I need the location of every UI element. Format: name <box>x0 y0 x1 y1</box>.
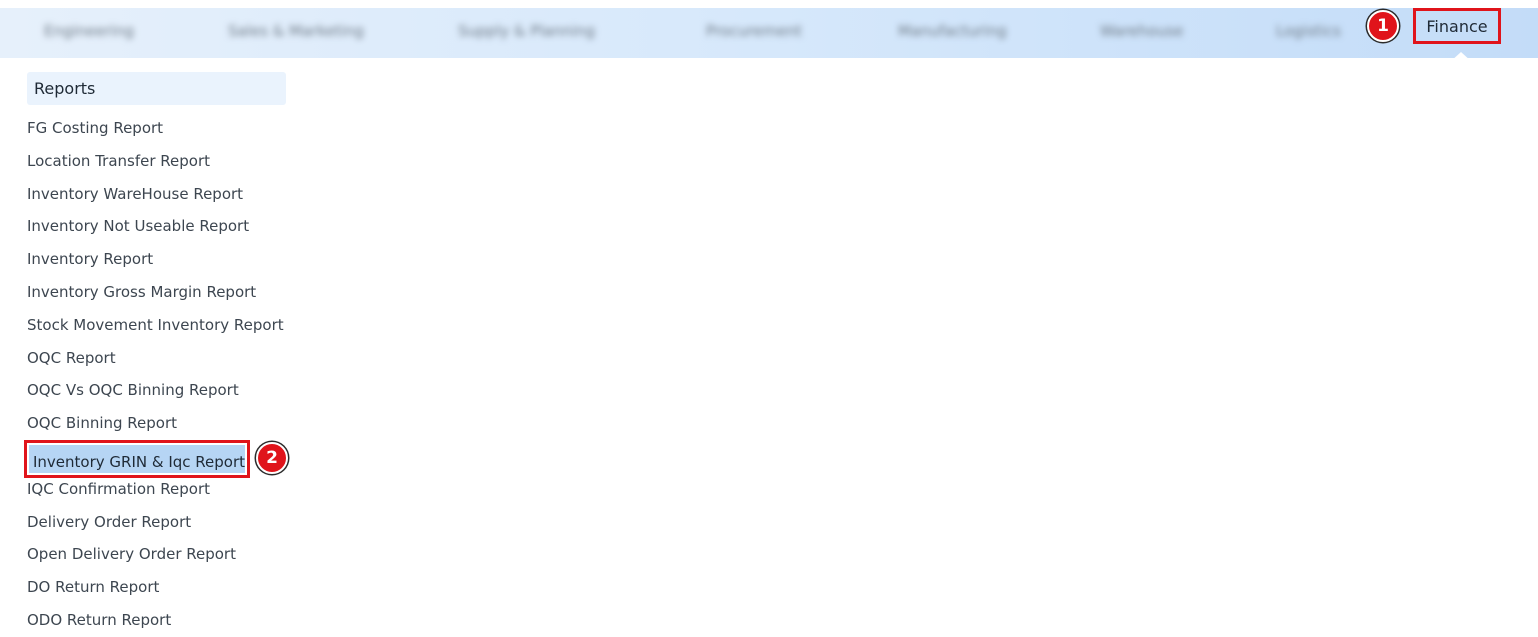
top-margin <box>0 0 1538 8</box>
menu-item-inventory-warehouse-report[interactable]: Inventory WareHouse Report <box>27 178 284 211</box>
nav-item-finance[interactable]: Finance <box>1413 8 1501 44</box>
step-badge-1: 1 <box>1367 10 1399 42</box>
menu-item-odo-return-report[interactable]: ODO Return Report <box>27 604 284 637</box>
menu-item-fg-costing-report[interactable]: FG Costing Report <box>27 112 284 145</box>
nav-item-blurred-7[interactable]: Logistics <box>1276 22 1341 40</box>
selected-item-highlight: Inventory GRIN & Iqc Report <box>24 439 250 478</box>
menu-item-stock-movement-inventory-report[interactable]: Stock Movement Inventory Report <box>27 309 284 342</box>
menu-item-oqc-vs-oqc-binning-report[interactable]: OQC Vs OQC Binning Report <box>27 374 284 407</box>
menu-item-oqc-binning-report[interactable]: OQC Binning Report <box>27 407 284 440</box>
menu-item-oqc-report[interactable]: OQC Report <box>27 342 284 375</box>
nav-item-blurred-1[interactable]: Engineering <box>44 22 134 40</box>
menu-item-inventory-grin-iqc-report[interactable]: Inventory GRIN & Iqc Report 2 <box>24 439 288 478</box>
menu-item-do-return-report[interactable]: DO Return Report <box>27 571 284 604</box>
reports-section-header: Reports <box>27 72 286 105</box>
reports-menu-list: FG Costing Report Location Transfer Repo… <box>24 112 288 637</box>
menu-item-delivery-order-report[interactable]: Delivery Order Report <box>27 506 284 539</box>
menu-item-inventory-gross-margin-report[interactable]: Inventory Gross Margin Report <box>27 276 284 309</box>
nav-item-blurred-3[interactable]: Supply & Planning <box>458 22 595 40</box>
menu-item-open-delivery-order-report[interactable]: Open Delivery Order Report <box>27 538 284 571</box>
top-navigation-bar: Engineering Sales & Marketing Supply & P… <box>0 8 1538 62</box>
menu-item-inventory-report[interactable]: Inventory Report <box>27 243 284 276</box>
active-menu-caret <box>1450 52 1472 62</box>
nav-item-blurred-5[interactable]: Manufacturing <box>898 22 1007 40</box>
menu-item-location-transfer-report[interactable]: Location Transfer Report <box>27 145 284 178</box>
nav-item-blurred-2[interactable]: Sales & Marketing <box>228 22 364 40</box>
nav-item-blurred-4[interactable]: Procurement <box>706 22 802 40</box>
nav-item-blurred-6[interactable]: Warehouse <box>1100 22 1183 40</box>
selected-item-label: Inventory GRIN & Iqc Report <box>33 452 246 471</box>
step-badge-2: 2 <box>256 441 288 474</box>
menu-item-inventory-not-useable-report[interactable]: Inventory Not Useable Report <box>27 210 284 243</box>
